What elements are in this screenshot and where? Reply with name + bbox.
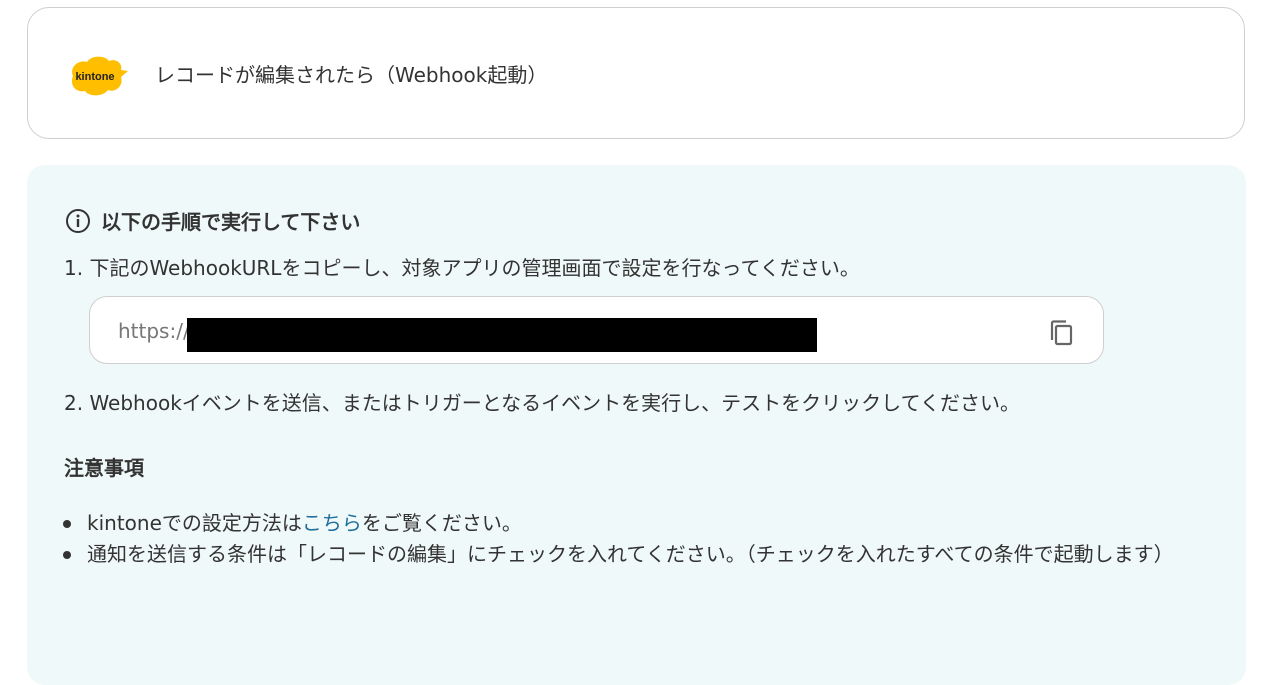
note-2-text: 通知を送信する条件は「レコードの編集」にチェックを入れてください。（チェックを入… [87, 542, 1174, 566]
step-2-text: 2. Webhookイベントを送信、またはトリガーとなるイベントを実行し、テスト… [64, 391, 1020, 415]
copy-icon[interactable] [1045, 316, 1079, 350]
trigger-title: レコードが編集されたら（Webhook起動） [155, 63, 548, 87]
setup-guide-link[interactable]: こちら [302, 511, 362, 535]
instructions-panel: 以下の手順で実行して下さい 1. 下記のWebhookURLをコピーし、対象アプ… [27, 165, 1246, 685]
notes-list: kintoneでの設定方法はこちらをご覧ください。 通知を送信する条件は「レコー… [27, 508, 1207, 570]
step-1-text: 1. 下記のWebhookURLをコピーし、対象アプリの管理画面で設定を行なって… [64, 256, 860, 280]
kintone-logo: kintone [71, 56, 128, 96]
note-item: 通知を送信する条件は「レコードの編集」にチェックを入れてください。（チェックを入… [27, 539, 1207, 570]
note-1-text-before: kintoneでの設定方法は [87, 511, 302, 535]
bullet-icon [63, 520, 71, 528]
bullet-icon [63, 551, 71, 559]
instructions-heading-text: 以下の手順で実行して下さい [101, 210, 361, 234]
note-1-text-after: をご覧ください。 [361, 511, 522, 535]
url-redaction [187, 318, 817, 352]
instructions-heading: 以下の手順で実行して下さい [65, 206, 360, 235]
note-item: kintoneでの設定方法はこちらをご覧ください。 [27, 508, 1207, 539]
webhook-url-prefix: https:// [118, 319, 190, 343]
info-icon [66, 208, 90, 233]
notes-title: 注意事項 [64, 456, 144, 480]
kintone-logo-text: kintone [75, 71, 114, 83]
trigger-card: kintone レコードが編集されたら（Webhook起動） [27, 7, 1245, 139]
webhook-url-field[interactable]: https:// [89, 296, 1104, 364]
